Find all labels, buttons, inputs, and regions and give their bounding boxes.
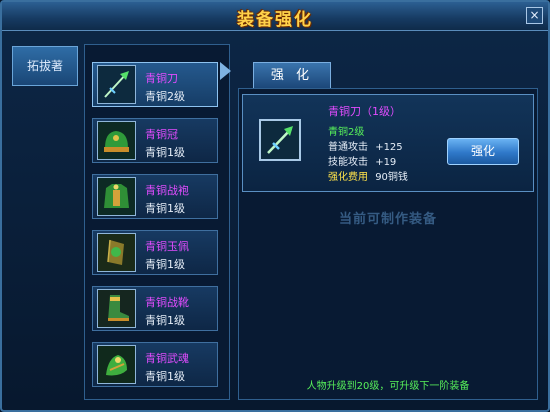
tab-enhance[interactable]: 强 化 — [253, 62, 331, 88]
stat-value: +19 — [375, 157, 397, 168]
item-level: 青铜1级 — [145, 258, 185, 271]
window-title: 装备强化 — [237, 10, 313, 30]
selection-arrow-icon — [220, 62, 231, 80]
item-name: 青铜战靴 — [145, 296, 189, 309]
enhance-button[interactable]: 强化 — [447, 138, 519, 165]
item-level: 青铜1级 — [145, 370, 185, 383]
cost-label: 强化费用 — [328, 172, 368, 183]
item-name: 青铜刀 — [145, 72, 178, 85]
armor-icon — [97, 177, 136, 216]
close-icon[interactable]: × — [526, 7, 543, 24]
craftable-equipment-title: 当前可制作装备 — [338, 212, 437, 227]
equipment-item-boots[interactable]: 青铜战靴 青铜1级 — [92, 286, 218, 331]
stat-value: +125 — [375, 142, 403, 153]
title-bar: 装备强化 × — [2, 2, 548, 31]
item-name: 青铜冠 — [145, 128, 178, 141]
detail-enhance-cost: 强化费用 90铜钱 — [328, 168, 408, 183]
item-name: 青铜武魂 — [145, 352, 189, 365]
equipment-item-armor[interactable]: 青铜战袍 青铜1级 — [92, 174, 218, 219]
spirit-icon — [97, 345, 136, 384]
detail-grade: 青铜2级 — [328, 127, 365, 138]
equipment-item-blade[interactable]: 青铜刀 青铜2级 — [92, 62, 218, 107]
helmet-icon — [97, 121, 136, 160]
blade-icon — [259, 119, 301, 161]
detail-stat-skill-attack: 技能攻击 +19 — [328, 153, 396, 168]
stat-label: 技能攻击 — [328, 157, 368, 168]
pendant-icon — [97, 233, 136, 272]
item-name: 青铜玉佩 — [145, 240, 189, 253]
detail-stat-normal-attack: 普通攻击 +125 — [328, 138, 403, 153]
boots-icon — [97, 289, 136, 328]
item-level: 青铜1级 — [145, 146, 185, 159]
stat-label: 普通攻击 — [328, 142, 368, 153]
cost-value: 90铜钱 — [375, 172, 408, 183]
equipment-item-pendant[interactable]: 青铜玉佩 青铜1级 — [92, 230, 218, 275]
item-level: 青铜1级 — [145, 314, 185, 327]
item-name: 青铜战袍 — [145, 184, 189, 197]
blade-icon — [97, 65, 136, 104]
item-level: 青铜1级 — [145, 202, 185, 215]
item-level: 青铜2级 — [145, 90, 185, 103]
upgrade-hint: 人物升级到20级，可升级下一阶装备 — [306, 381, 470, 392]
equipment-item-spirit[interactable]: 青铜武魂 青铜1级 — [92, 342, 218, 387]
equipment-item-helmet[interactable]: 青铜冠 青铜1级 — [92, 118, 218, 163]
detail-item-name: 青铜刀（1级） — [328, 105, 401, 118]
character-tab[interactable]: 拓拔著 — [12, 46, 78, 86]
